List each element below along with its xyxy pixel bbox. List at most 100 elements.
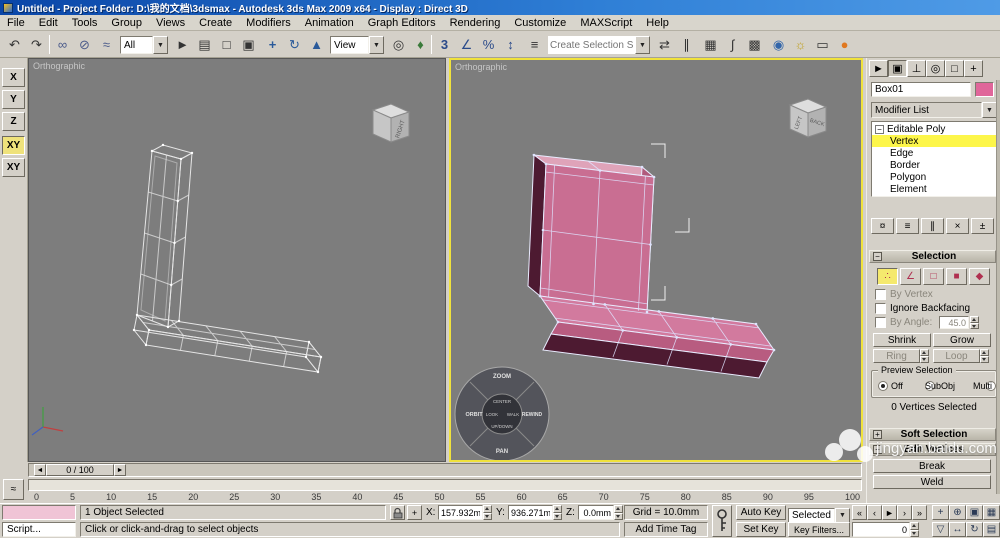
chevron-down-icon[interactable]: ▼: [153, 36, 168, 54]
subobject-vertex-button[interactable]: ∴: [877, 268, 898, 285]
set-keys-button[interactable]: [712, 505, 732, 537]
wheel-updown-label[interactable]: UP/DOWN: [491, 424, 512, 429]
next-frame-arrow-icon[interactable]: ►: [114, 464, 126, 476]
auto-key-button[interactable]: Auto Key: [736, 505, 786, 520]
ring-button[interactable]: Ring: [873, 349, 920, 363]
material-editor-button[interactable]: ◉: [768, 34, 789, 55]
select-and-move-button[interactable]: +: [262, 34, 283, 55]
play-button[interactable]: ►: [882, 505, 897, 520]
zoom-button[interactable]: +: [932, 505, 949, 520]
selection-lock-button[interactable]: [390, 505, 405, 520]
zoom-extents-all-button[interactable]: ▦: [983, 505, 1000, 520]
previous-frame-button[interactable]: ‹: [867, 505, 882, 520]
object-color-swatch[interactable]: [975, 82, 994, 97]
ignore-backfacing-checkbox[interactable]: [875, 303, 886, 314]
viewcube[interactable]: RIGHT: [373, 104, 409, 142]
absolute-offset-toggle-button[interactable]: +: [407, 505, 422, 520]
schematic-view-button[interactable]: ▩: [744, 34, 765, 55]
subobject-polygon-button[interactable]: ■: [946, 268, 967, 285]
wheel-rewind-label[interactable]: REWIND: [522, 412, 543, 418]
set-key-button[interactable]: Set Key: [736, 522, 786, 537]
select-object-button[interactable]: ►: [172, 34, 193, 55]
wheel-center-label[interactable]: CENTER: [493, 399, 511, 404]
chevron-down-icon[interactable]: ▼: [835, 508, 850, 523]
align-button[interactable]: ∥: [676, 34, 697, 55]
tab-motion[interactable]: ◎: [926, 60, 945, 77]
window-crossing-button[interactable]: ▣: [238, 34, 259, 55]
edit-vertices-rollout-header[interactable]: − Edit Vertices: [869, 443, 996, 456]
soft-selection-rollout-header[interactable]: + Soft Selection: [869, 428, 996, 441]
x-spinner[interactable]: [483, 505, 492, 520]
time-slider-groove[interactable]: [28, 463, 862, 477]
collapse-icon[interactable]: −: [873, 252, 882, 261]
expand-icon[interactable]: +: [873, 430, 882, 439]
arc-rotate-button[interactable]: ↻: [966, 522, 983, 537]
time-slider-thumb[interactable]: ◄ 0 / 100 ►: [34, 464, 126, 476]
rendered-frame-window-button[interactable]: ▭: [812, 34, 833, 55]
chevron-down-icon[interactable]: ▼: [635, 36, 650, 54]
select-and-link-button[interactable]: ∞: [52, 34, 73, 55]
modifier-list-dropdown[interactable]: Modifier List ▼: [871, 102, 997, 118]
unlink-selection-button[interactable]: ⊘: [74, 34, 95, 55]
add-time-tag[interactable]: Add Time Tag: [624, 522, 708, 537]
select-and-rotate-button[interactable]: ↻: [284, 34, 305, 55]
go-to-start-button[interactable]: «: [852, 505, 867, 520]
menu-item-maxscript[interactable]: MAXScript: [573, 17, 639, 29]
viewcube[interactable]: LEFT BACK: [790, 99, 826, 137]
shrink-button[interactable]: Shrink: [873, 333, 931, 347]
selection-filter-dropdown[interactable]: All ▼: [120, 36, 168, 54]
maximize-viewport-toggle-button[interactable]: ▤: [983, 522, 1000, 537]
viewport-left[interactable]: RIGHT Orthographic: [28, 58, 446, 462]
stack-item-vertex[interactable]: Vertex: [872, 135, 996, 147]
panel-scrollbar[interactable]: [996, 80, 1000, 494]
show-end-result-button[interactable]: ≡: [896, 218, 919, 234]
chevron-down-icon[interactable]: ▼: [369, 36, 384, 54]
viewport-right[interactable]: LEFT BACK ZOOM ORBIT PAN REWIND CENTER L…: [449, 58, 863, 462]
zoom-extents-button[interactable]: ▣: [966, 505, 983, 520]
use-pivot-center-button[interactable]: ◎: [388, 34, 409, 55]
menu-item-animation[interactable]: Animation: [298, 17, 361, 29]
menu-item-group[interactable]: Group: [104, 17, 149, 29]
quick-render-button[interactable]: ●: [834, 34, 855, 55]
menu-item-views[interactable]: Views: [149, 17, 192, 29]
track-bar-key-area[interactable]: [28, 479, 862, 491]
ring-spinner[interactable]: [920, 349, 929, 363]
select-by-name-button[interactable]: ▤: [194, 34, 215, 55]
stack-item-border[interactable]: Border: [872, 159, 996, 171]
snaps-toggle-button[interactable]: 3: [434, 34, 455, 55]
previous-frame-arrow-icon[interactable]: ◄: [34, 464, 46, 476]
preview-off-radio[interactable]: [878, 381, 888, 391]
redo-button[interactable]: ↷: [26, 34, 47, 55]
undo-button[interactable]: ↶: [4, 34, 25, 55]
z-spinner[interactable]: [614, 505, 623, 520]
current-frame-field[interactable]: [852, 522, 910, 537]
menu-item-create[interactable]: Create: [192, 17, 239, 29]
y-coordinate-field[interactable]: [508, 505, 553, 520]
frame-spinner[interactable]: [910, 522, 919, 537]
tab-hierarchy[interactable]: ⊥: [907, 60, 926, 77]
stack-item-polygon[interactable]: Polygon: [872, 171, 996, 183]
spinner-snap-button[interactable]: ↕: [500, 34, 521, 55]
bind-to-space-warp-button[interactable]: ≈: [96, 34, 117, 55]
field-of-view-button[interactable]: ▽: [932, 522, 949, 537]
macro-recorder-field[interactable]: [2, 505, 76, 520]
remove-modifier-button[interactable]: ×: [946, 218, 969, 234]
modifier-stack[interactable]: − Editable Poly Vertex Edge Border Polyg…: [871, 121, 997, 197]
steering-wheel[interactable]: ZOOM ORBIT PAN REWIND CENTER LOOK WALK U…: [455, 367, 549, 460]
configure-modifier-sets-button[interactable]: ±: [971, 218, 994, 234]
percent-snap-button[interactable]: %: [478, 34, 499, 55]
menu-item-tools[interactable]: Tools: [65, 17, 105, 29]
collapse-icon[interactable]: −: [875, 125, 884, 134]
select-and-manipulate-button[interactable]: ♦: [410, 34, 431, 55]
pin-stack-button[interactable]: ¤: [871, 218, 894, 234]
key-mode-dropdown[interactable]: Selected ▼: [788, 508, 850, 523]
tab-create[interactable]: ►: [869, 60, 888, 77]
subobject-border-button[interactable]: □: [923, 268, 944, 285]
tab-utilities[interactable]: +: [964, 60, 983, 77]
axis-y-button[interactable]: Y: [2, 90, 25, 109]
by-angle-checkbox[interactable]: [875, 317, 886, 328]
break-button[interactable]: Break: [873, 459, 991, 473]
menu-item-file[interactable]: File: [0, 17, 32, 29]
angle-snap-button[interactable]: ∠: [456, 34, 477, 55]
wheel-walk-label[interactable]: WALK: [507, 412, 519, 417]
